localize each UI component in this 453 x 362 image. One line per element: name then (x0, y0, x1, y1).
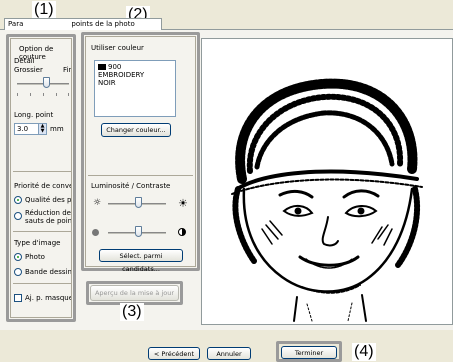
left-panel: Option de couture Détail Grossier Fin Lo… (10, 38, 72, 318)
color-name: NOIR (98, 79, 116, 87)
aj-masque-label: Aj. p. masque (25, 294, 72, 302)
tick (68, 93, 69, 96)
detail-ticks (17, 93, 69, 96)
callout-3: (3) (120, 303, 144, 321)
mm-label: mm (50, 125, 64, 133)
color-list[interactable]: 900 EMBROIDERY NOIR (94, 60, 176, 117)
radio-photo[interactable] (14, 253, 22, 261)
preview-area (201, 38, 453, 325)
tick (56, 93, 57, 96)
color-code: 900 (108, 63, 122, 71)
grossier-label: Grossier (14, 66, 43, 74)
precedent-button[interactable]: < Précédent (148, 347, 200, 360)
separator (13, 283, 71, 284)
contrast-high-icon (178, 228, 186, 236)
brightness-low-icon: ☼ (93, 198, 102, 208)
tab-label-right: points de la photo (71, 20, 135, 28)
separator (13, 171, 71, 172)
tick (30, 93, 31, 96)
radio-bande-label: Bande dessinée (25, 268, 72, 276)
separator (13, 231, 71, 232)
detail-slider[interactable] (17, 77, 69, 91)
fin-label: Fin (63, 66, 72, 74)
color-swatch (98, 64, 106, 70)
radio-photo-label: Photo (25, 253, 45, 261)
radio-reduction[interactable] (14, 212, 22, 220)
radio-qualite[interactable] (14, 196, 22, 204)
brightness-high-icon: ☀ (178, 197, 188, 210)
contrast-slider[interactable] (108, 226, 166, 240)
priorite-label: Priorité de conversi (14, 182, 71, 190)
brightness-slider[interactable] (108, 197, 166, 211)
terminer-button[interactable]: Terminer (281, 346, 337, 359)
tick (17, 93, 18, 96)
radio-reduction-label-1: Réduction des (25, 209, 72, 217)
long-point-spinner[interactable]: 3.0 ▲ ▼ (14, 123, 47, 135)
annuler-button[interactable]: Annuler (207, 347, 251, 360)
radio-reduction-label-2: sauts de points (25, 217, 72, 225)
radio-bande[interactable] (14, 268, 22, 276)
tick (43, 93, 44, 96)
spin-down-icon[interactable]: ▼ (38, 129, 46, 134)
utiliser-couleur-label: Utiliser couleur (91, 44, 144, 52)
color-brand: EMBROIDERY (98, 71, 145, 79)
brightness-slider-thumb[interactable] (135, 197, 142, 208)
apercu-button[interactable]: Aperçu de la mise à jour (90, 285, 179, 301)
contrast-low-icon (92, 229, 99, 236)
middle-panel: Utiliser couleur 900 EMBROIDERY NOIR Cha… (85, 36, 196, 273)
contrast-slider-thumb[interactable] (135, 226, 142, 237)
tab-label-left: Para (8, 20, 24, 28)
detail-label: Détail (14, 57, 35, 65)
detail-slider-thumb[interactable] (43, 77, 50, 88)
long-point-value[interactable]: 3.0 (17, 125, 28, 133)
changer-couleur-button[interactable]: Changer couleur... (101, 123, 171, 137)
luminosite-label: Luminosité / Contraste (91, 182, 171, 190)
aj-masque-checkbox[interactable] (14, 294, 22, 302)
separator (88, 175, 193, 176)
callout-4: (4) (352, 343, 376, 361)
select-candidats-button[interactable]: Sélect. parmi candidats... (99, 249, 183, 273)
type-image-label: Type d'image (14, 239, 61, 247)
long-point-label: Long. point (14, 111, 54, 119)
radio-qualite-label: Qualité des poir (25, 196, 72, 204)
embroidery-portrait-preview (231, 78, 423, 322)
